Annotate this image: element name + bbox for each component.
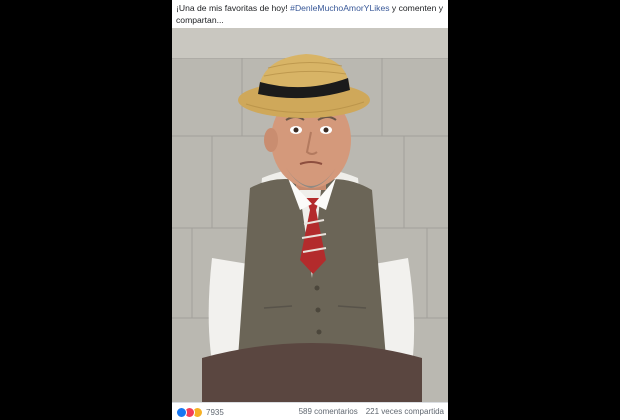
shares-count-link[interactable]: 221 veces compartida: [366, 407, 444, 416]
comments-count-link[interactable]: 589 comentarios: [299, 407, 358, 416]
post-caption: ¡Una de mis favoritas de hoy! #DenleMuch…: [176, 2, 444, 26]
reaction-count: 7935: [206, 407, 224, 417]
hashtag-link[interactable]: #DenleMuchoAmorYLikes: [290, 3, 389, 13]
like-icon: [176, 406, 187, 418]
caption-text: ¡Una de mis favoritas de hoy!: [176, 3, 291, 13]
photo-image: [172, 28, 448, 402]
post-photo[interactable]: [172, 28, 448, 402]
reactions-summary[interactable]: 7935: [176, 406, 224, 418]
post-footer: 7935 589 comentarios 221 veces compartid…: [172, 402, 448, 420]
post-stats: 589 comentarios 221 veces compartida: [299, 407, 444, 416]
facebook-post: ¡Una de mis favoritas de hoy! #DenleMuch…: [172, 0, 448, 420]
